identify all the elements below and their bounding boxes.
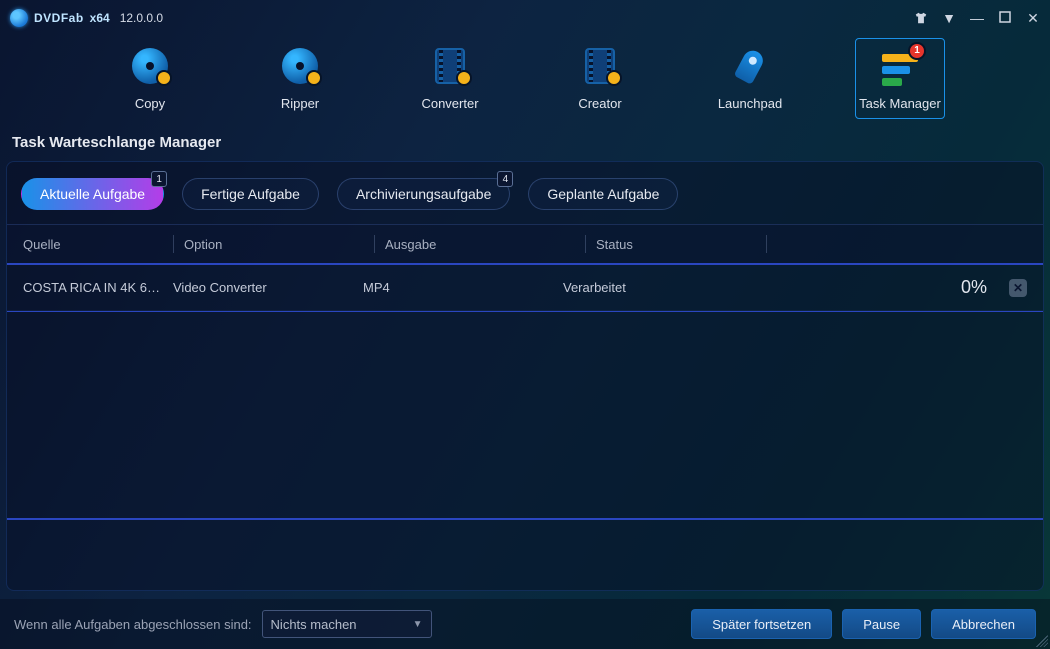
nav-converter[interactable]: Converter [405,38,495,119]
minimize-icon[interactable]: — [970,11,984,25]
col-source: Quelle [23,237,173,252]
app-edition: x64 [90,11,110,25]
nav-task-manager[interactable]: 1 Task Manager [855,38,945,119]
row-status: Verarbeitet [563,280,733,295]
tab-scheduled[interactable]: Geplante Aufgabe [528,178,678,210]
table-row[interactable]: COSTA RICA IN 4K 60… Video Converter MP4… [7,265,1043,311]
col-option: Option [184,237,374,252]
task-tabs: Aktuelle Aufgabe 1 Fertige Aufgabe Archi… [7,162,1043,224]
tab-archive-label: Archivierungsaufgabe [356,186,491,202]
chevron-down-icon: ▼ [413,619,423,630]
nav-launchpad[interactable]: Launchpad [705,38,795,119]
tab-current[interactable]: Aktuelle Aufgabe 1 [21,178,164,210]
select-value: Nichts machen [271,617,357,632]
tshirt-icon[interactable] [914,11,928,25]
nav-ripper[interactable]: Ripper [255,38,345,119]
footer-label: Wenn alle Aufgaben abgeschlossen sind: [14,617,252,632]
tab-current-badge: 1 [151,171,167,187]
rocket-icon [730,46,770,86]
resume-later-button[interactable]: Später fortsetzen [691,609,832,639]
nav-ripper-label: Ripper [281,96,319,111]
app-logo: DVDFab x64 [10,9,110,27]
row-output: MP4 [363,280,563,295]
cancel-button[interactable]: Abbrechen [931,609,1036,639]
col-status: Status [596,237,766,252]
title-bar: DVDFab x64 12.0.0.0 ▼ — ✕ [0,0,1050,36]
close-icon[interactable]: ✕ [1026,11,1040,25]
disc-ripper-icon [280,46,320,86]
nav-converter-label: Converter [421,96,478,111]
row-source: COSTA RICA IN 4K 60… [23,280,173,295]
col-output: Ausgabe [385,237,585,252]
task-panel: Aktuelle Aufgabe 1 Fertige Aufgabe Archi… [6,161,1044,591]
tab-done-label: Fertige Aufgabe [201,186,300,202]
resize-grip[interactable] [1036,635,1048,647]
nav-copy-label: Copy [135,96,165,111]
tab-done[interactable]: Fertige Aufgabe [182,178,319,210]
tab-archive-badge: 4 [497,171,513,187]
window-controls: ▼ — ✕ [914,11,1040,25]
disc-icon [130,46,170,86]
nav-creator[interactable]: Creator [555,38,645,119]
film-converter-icon [430,46,470,86]
app-version: 12.0.0.0 [120,11,163,25]
footer: Wenn alle Aufgaben abgeschlossen sind: N… [0,599,1050,649]
dropdown-icon[interactable]: ▼ [942,11,956,25]
tab-current-label: Aktuelle Aufgabe [40,186,145,202]
row-option: Video Converter [173,280,363,295]
row-progress: 0% [961,277,987,297]
nav-creator-label: Creator [578,96,621,111]
pause-button[interactable]: Pause [842,609,921,639]
tab-archive[interactable]: Archivierungsaufgabe 4 [337,178,510,210]
top-nav: Copy Ripper Converter Creator Launchpad … [0,36,1050,126]
after-complete-select[interactable]: Nichts machen ▼ [262,610,432,638]
task-badge: 1 [908,42,926,60]
table-body: COSTA RICA IN 4K 60… Video Converter MP4… [7,263,1043,312]
app-brand: DVDFab [34,11,84,25]
tab-scheduled-label: Geplante Aufgabe [547,186,659,202]
app-logo-icon [10,9,28,27]
nav-launchpad-label: Launchpad [718,96,782,111]
nav-task-manager-label: Task Manager [859,96,941,111]
row-remove-button[interactable]: ✕ [1009,279,1027,297]
table-header: Quelle Option Ausgabe Status [7,224,1043,263]
film-creator-icon [580,46,620,86]
nav-copy[interactable]: Copy [105,38,195,119]
page-title: Task Warteschlange Manager [0,126,1050,161]
tasks-icon: 1 [880,46,920,86]
maximize-icon[interactable] [998,11,1012,25]
